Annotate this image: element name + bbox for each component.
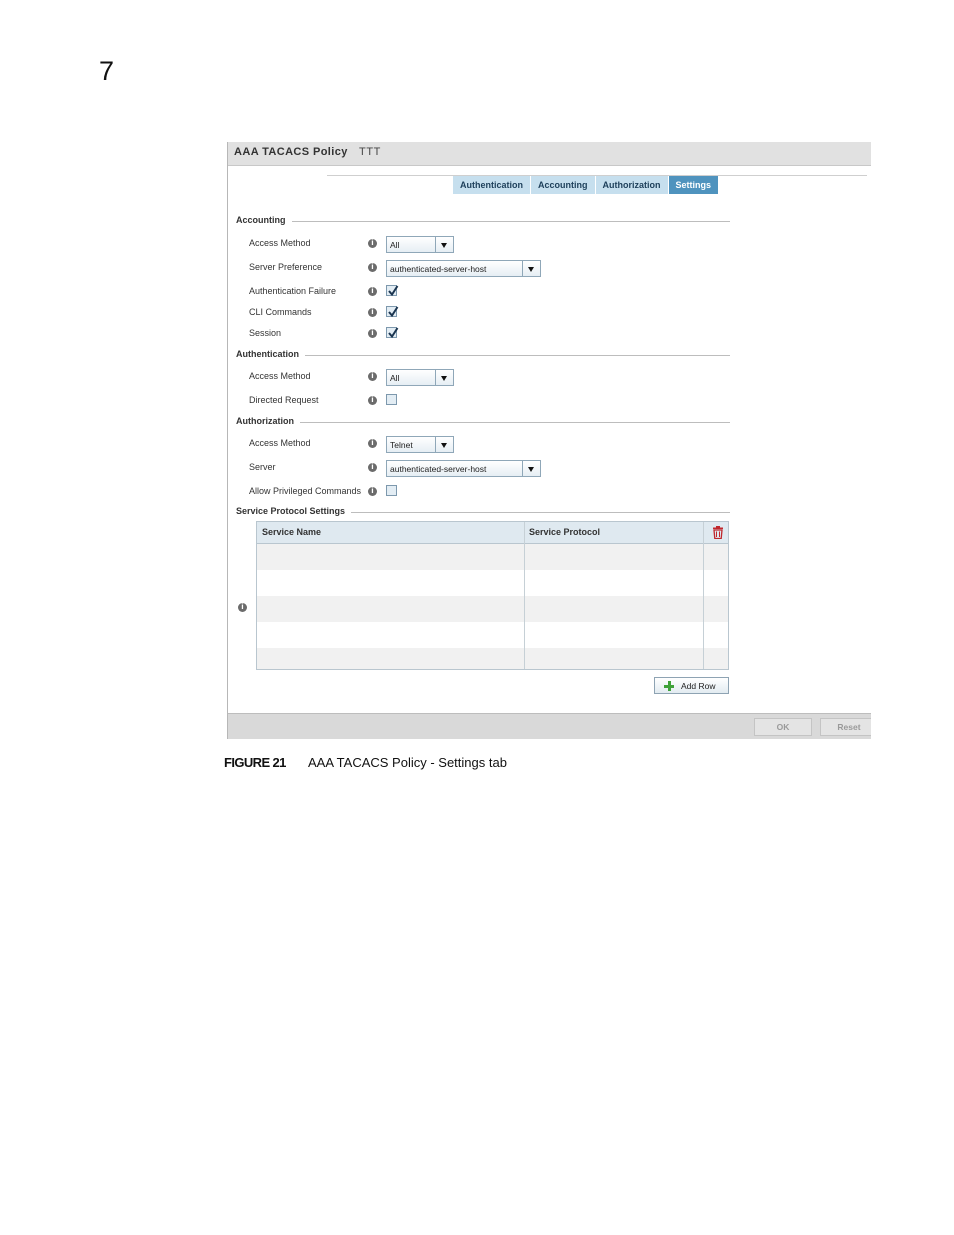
section-heading: Authorization bbox=[236, 416, 300, 426]
tab-bar: Authentication Accounting Authorization … bbox=[453, 176, 720, 194]
authorization-access-method-row: Access Method i Telnet bbox=[249, 436, 729, 453]
info-icon[interactable]: i bbox=[368, 372, 377, 381]
authentication-access-method-row: Access Method i All bbox=[249, 369, 729, 386]
table-row bbox=[257, 648, 728, 669]
table-header: Service Name Service Protocol bbox=[257, 522, 728, 544]
field-label: Access Method bbox=[249, 438, 311, 448]
info-icon[interactable]: i bbox=[368, 263, 377, 272]
select-value: authenticated-server-host bbox=[390, 464, 487, 474]
accounting-session-row: Session i bbox=[249, 326, 729, 342]
trash-icon[interactable] bbox=[712, 526, 724, 544]
info-icon[interactable]: i bbox=[368, 463, 377, 472]
info-icon[interactable]: i bbox=[368, 239, 377, 248]
section-service-protocol: Service Protocol Settings bbox=[236, 506, 730, 518]
add-row-button[interactable]: Add Row bbox=[654, 677, 729, 694]
chevron-down-icon[interactable] bbox=[522, 261, 540, 276]
section-accounting: Accounting bbox=[236, 215, 730, 227]
select-value: All bbox=[390, 240, 400, 250]
accounting-cli-commands-row: CLI Commands i bbox=[249, 305, 729, 321]
field-label: Server Preference bbox=[249, 262, 323, 272]
select-value: authenticated-server-host bbox=[390, 264, 487, 274]
section-divider bbox=[236, 422, 730, 423]
authorization-access-method-select[interactable]: Telnet bbox=[386, 436, 454, 453]
add-row-label: Add Row bbox=[681, 681, 716, 691]
ok-button[interactable]: OK bbox=[754, 718, 812, 736]
info-icon[interactable]: i bbox=[238, 603, 247, 612]
section-divider bbox=[236, 221, 730, 222]
table-row bbox=[257, 622, 728, 648]
select-value: Telnet bbox=[390, 440, 413, 450]
chevron-down-icon[interactable] bbox=[522, 461, 540, 476]
checkmark-icon bbox=[388, 306, 399, 318]
authorization-allow-privileged-row: Allow Privileged Commands i bbox=[249, 484, 729, 500]
accounting-server-preference-row: Server Preference i authenticated-server… bbox=[249, 260, 729, 277]
section-heading: Accounting bbox=[236, 215, 292, 225]
info-icon[interactable]: i bbox=[368, 487, 377, 496]
column-header-service-name[interactable]: Service Name bbox=[262, 527, 321, 537]
policy-name: TTT bbox=[359, 146, 381, 158]
accounting-access-method-row: Access Method i All bbox=[249, 236, 729, 253]
chevron-down-icon[interactable] bbox=[435, 437, 453, 452]
info-icon[interactable]: i bbox=[368, 287, 377, 296]
info-icon[interactable]: i bbox=[368, 396, 377, 405]
chapter-number: 7 bbox=[99, 56, 115, 86]
table-row bbox=[257, 596, 728, 622]
select-value: All bbox=[390, 373, 400, 383]
section-authentication: Authentication bbox=[236, 349, 730, 361]
accounting-authentication-failure-row: Authentication Failure i bbox=[249, 284, 729, 300]
column-header-service-protocol[interactable]: Service Protocol bbox=[529, 527, 600, 537]
authorization-server-select[interactable]: authenticated-server-host bbox=[386, 460, 541, 477]
plus-icon bbox=[664, 681, 674, 691]
section-authorization: Authorization bbox=[236, 416, 730, 428]
cli-commands-checkbox[interactable] bbox=[386, 306, 399, 318]
field-label: Session bbox=[249, 328, 282, 338]
info-icon[interactable]: i bbox=[368, 439, 377, 448]
field-label: Authentication Failure bbox=[249, 286, 337, 296]
table-row bbox=[257, 570, 728, 596]
field-label: Server bbox=[249, 462, 276, 472]
reset-button[interactable]: Reset bbox=[820, 718, 871, 736]
field-label: Access Method bbox=[249, 238, 311, 248]
column-divider bbox=[524, 522, 525, 669]
field-label: Directed Request bbox=[249, 395, 319, 405]
table-row bbox=[257, 544, 728, 570]
field-label: Access Method bbox=[249, 371, 311, 381]
service-protocol-table: Service Name Service Protocol bbox=[256, 521, 729, 670]
footer-bar: OK Reset bbox=[228, 713, 871, 739]
checkmark-icon bbox=[388, 327, 399, 339]
field-label: Allow Privileged Commands bbox=[249, 486, 362, 496]
authentication-failure-checkbox[interactable] bbox=[386, 285, 399, 297]
info-icon[interactable]: i bbox=[368, 308, 377, 317]
tab-settings[interactable]: Settings bbox=[668, 176, 720, 194]
directed-request-checkbox[interactable] bbox=[386, 394, 397, 405]
chevron-down-icon[interactable] bbox=[435, 237, 453, 252]
screenshot-window: AAA TACACS Policy TTT Authentication Acc… bbox=[227, 142, 871, 739]
info-icon[interactable]: i bbox=[368, 329, 377, 338]
tab-accounting[interactable]: Accounting bbox=[531, 176, 596, 194]
authentication-access-method-select[interactable]: All bbox=[386, 369, 454, 386]
session-checkbox[interactable] bbox=[386, 327, 399, 339]
checkmark-icon bbox=[388, 285, 399, 297]
section-heading: Service Protocol Settings bbox=[236, 506, 352, 516]
field-label: CLI Commands bbox=[249, 307, 312, 317]
tab-authentication[interactable]: Authentication bbox=[453, 176, 531, 194]
allow-privileged-commands-checkbox[interactable] bbox=[386, 485, 397, 496]
window-title-bar: AAA TACACS Policy TTT bbox=[228, 142, 871, 166]
accounting-server-preference-select[interactable]: authenticated-server-host bbox=[386, 260, 541, 277]
column-divider bbox=[703, 522, 704, 669]
section-divider bbox=[236, 355, 730, 356]
authorization-server-row: Server i authenticated-server-host bbox=[249, 460, 729, 477]
figure-caption-text: AAA TACACS Policy - Settings tab bbox=[308, 755, 507, 770]
chevron-down-icon[interactable] bbox=[435, 370, 453, 385]
window-title: AAA TACACS Policy bbox=[234, 146, 348, 158]
authentication-directed-request-row: Directed Request i bbox=[249, 393, 729, 409]
figure-number: FIGURE 21 bbox=[224, 755, 286, 770]
accounting-access-method-select[interactable]: All bbox=[386, 236, 454, 253]
section-heading: Authentication bbox=[236, 349, 305, 359]
tab-authorization[interactable]: Authorization bbox=[595, 176, 669, 194]
